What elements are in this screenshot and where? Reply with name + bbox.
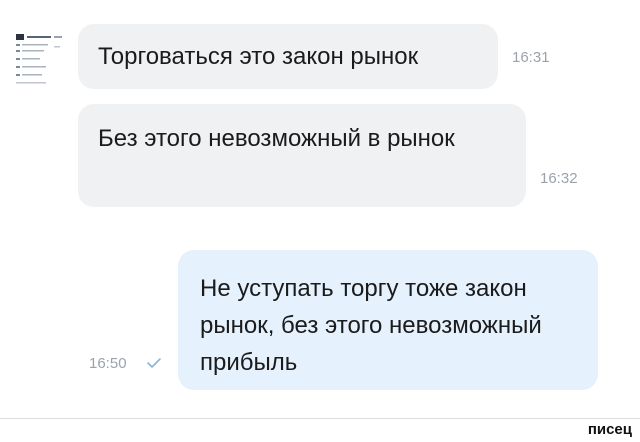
watermark: писец: [587, 421, 632, 438]
message-text: Торговаться это закон рынок: [98, 43, 419, 70]
incoming-message-1[interactable]: Торговаться это закон рынок: [78, 24, 498, 89]
message-time: 16:50: [89, 355, 127, 372]
chat-history: Торговаться это закон рынок 16:31 Без эт…: [0, 0, 640, 420]
sender-avatar[interactable]: [14, 28, 66, 90]
message-text: Без этого невозможный в рынок: [98, 125, 455, 152]
message-input-area[interactable]: [0, 419, 640, 442]
message-time: 16:31: [512, 49, 550, 66]
check-icon: [147, 358, 161, 368]
outgoing-message[interactable]: Не уступать торгу тоже закон рынок, без …: [178, 250, 598, 390]
message-text: Не уступать торгу тоже закон рынок, без …: [200, 275, 542, 376]
incoming-message-2[interactable]: Без этого невозможный в рынок: [78, 104, 526, 207]
message-time: 16:32: [540, 170, 578, 187]
